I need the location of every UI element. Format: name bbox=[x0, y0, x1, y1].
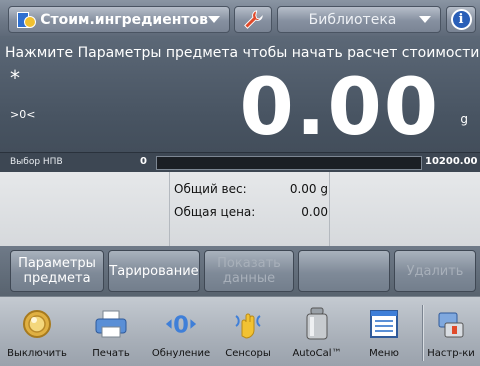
total-price-row: Общая цена: 0.00 bbox=[174, 205, 328, 219]
svg-text:0: 0 bbox=[173, 313, 189, 339]
library-selector[interactable]: Библиотека bbox=[277, 6, 441, 33]
weighing-display: Нажмите Параметры предмета чтобы начать … bbox=[0, 36, 480, 152]
total-price-label: Общая цена: bbox=[174, 205, 256, 219]
top-bar: Стоим.ингредиентов Библиотека i bbox=[0, 0, 480, 36]
capacity-bar: Выбор НПВ 0 10200.00 bbox=[0, 152, 480, 172]
nav-menu[interactable]: Меню bbox=[352, 297, 416, 366]
capacity-label: Выбор НПВ bbox=[10, 157, 63, 167]
application-name: Стоим.ингредиентов bbox=[40, 11, 208, 28]
instruction-message: Нажмите Параметры предмета чтобы начать … bbox=[5, 45, 480, 61]
chevron-down-icon bbox=[208, 16, 220, 23]
settings-icon bbox=[434, 305, 468, 343]
chevron-down-icon bbox=[419, 16, 431, 23]
nav-label: Обнуление bbox=[151, 348, 211, 359]
capacity-track bbox=[156, 156, 422, 170]
capacity-max: 10200.00 bbox=[425, 156, 478, 167]
menu-icon bbox=[367, 305, 401, 343]
blank-softkey[interactable] bbox=[298, 250, 390, 292]
nav-label: Печать bbox=[92, 348, 130, 359]
info-button[interactable]: i bbox=[446, 6, 476, 33]
zero-icon: 0 bbox=[164, 305, 198, 343]
info-icon: i bbox=[450, 9, 472, 30]
softkey-bar: Параметры предмета Тарирование Показать … bbox=[0, 246, 480, 296]
nav-print[interactable]: Печать bbox=[78, 297, 144, 366]
ingredient-cost-icon bbox=[17, 10, 36, 30]
total-weight-value: 0.00 g bbox=[289, 182, 328, 196]
nav-autocal[interactable]: AutoCal™ bbox=[284, 297, 350, 366]
nav-sensors[interactable]: Сенсоры bbox=[216, 297, 280, 366]
nav-label: Настр-ки bbox=[427, 348, 475, 359]
nav-label: Выключить bbox=[7, 348, 67, 359]
printer-icon bbox=[94, 305, 128, 343]
sensor-hand-icon bbox=[231, 305, 265, 343]
power-icon bbox=[20, 305, 54, 343]
show-data-button[interactable]: Показать данные bbox=[204, 250, 294, 292]
application-setup-button[interactable] bbox=[234, 6, 272, 33]
center-of-zero-indicator: >0< bbox=[10, 108, 36, 121]
nav-power-off[interactable]: Выключить bbox=[2, 297, 72, 366]
library-label: Библиотека bbox=[308, 11, 397, 28]
wrench-icon bbox=[244, 9, 263, 29]
weight-unit[interactable]: g bbox=[460, 112, 468, 126]
nav-settings[interactable]: Настр-ки bbox=[424, 297, 478, 366]
total-weight-row: Общий вес: 0.00 g bbox=[174, 182, 328, 196]
results-column-middle: Общий вес: 0.00 g Общая цена: 0.00 bbox=[170, 172, 330, 246]
results-column-left bbox=[0, 172, 170, 246]
capacity-min: 0 bbox=[140, 156, 147, 167]
nav-label: AutoCal™ bbox=[292, 348, 342, 359]
item-parameters-button[interactable]: Параметры предмета bbox=[10, 250, 104, 292]
nav-zero[interactable]: 0 Обнуление bbox=[146, 297, 216, 366]
tare-button[interactable]: Тарирование bbox=[108, 250, 200, 292]
delete-button[interactable]: Удалить bbox=[394, 250, 476, 292]
nav-label: Меню bbox=[369, 348, 399, 359]
total-weight-label: Общий вес: bbox=[174, 182, 247, 196]
autocal-weight-icon bbox=[300, 305, 334, 343]
application-selector[interactable]: Стоим.ингредиентов bbox=[8, 6, 230, 33]
bottom-navigation: Выключить Печать 0 Обнуление Сенсоры Aut… bbox=[0, 296, 480, 366]
stable-indicator: * bbox=[10, 66, 20, 90]
total-price-value: 0.00 bbox=[301, 205, 328, 219]
results-panel: Общий вес: 0.00 g Общая цена: 0.00 bbox=[0, 172, 480, 246]
nav-label: Сенсоры bbox=[225, 348, 271, 359]
weight-reading: 0.00 bbox=[239, 63, 440, 153]
